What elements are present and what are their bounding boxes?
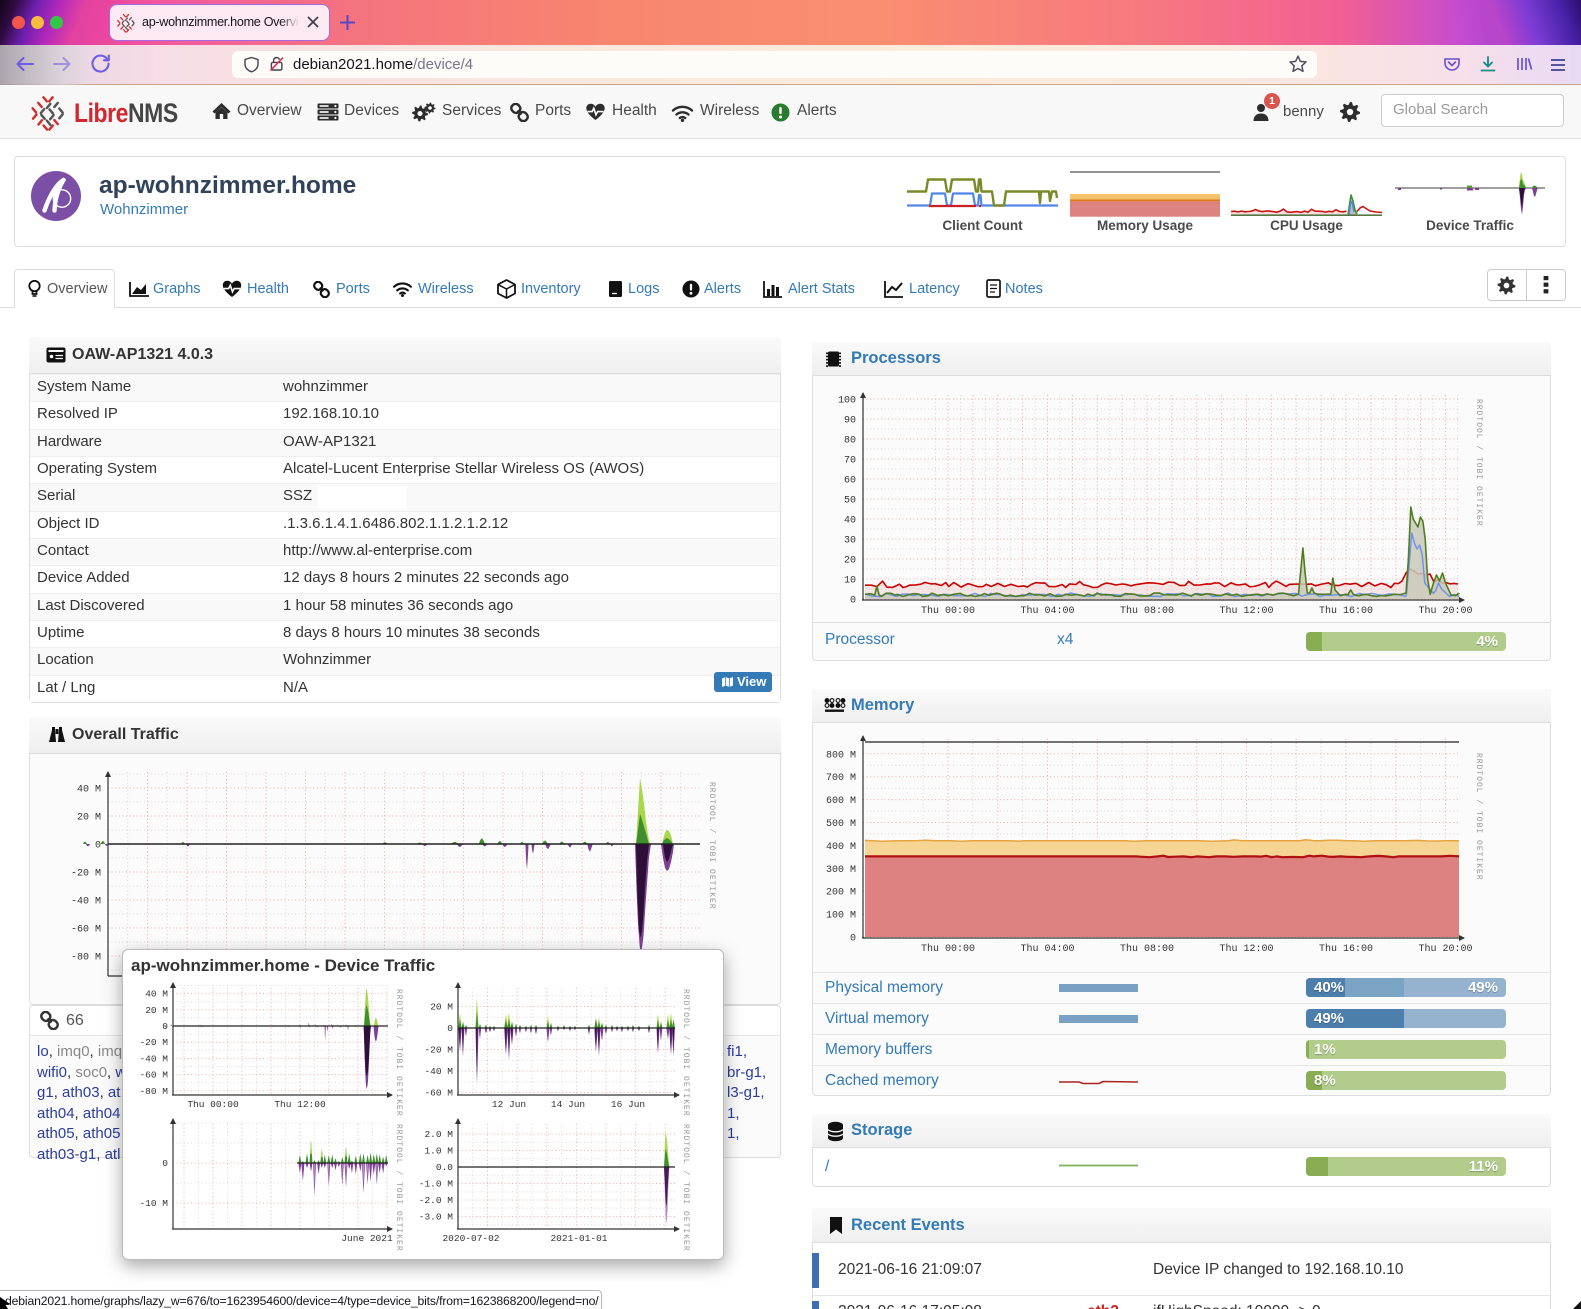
svg-text:June 2021: June 2021 (341, 1233, 393, 1244)
svg-text:Thu 20:00: Thu 20:00 (1418, 943, 1472, 955)
svg-text:-80 M: -80 M (139, 1086, 168, 1097)
svg-text:-20 M: -20 M (71, 869, 101, 880)
svg-text:2020-07-02: 2020-07-02 (442, 1233, 499, 1244)
svg-text:-1.0 M: -1.0 M (419, 1179, 454, 1190)
svg-text:30: 30 (844, 536, 856, 547)
svg-text:14 Jun: 14 Jun (551, 1099, 585, 1110)
svg-text:100 M: 100 M (826, 911, 856, 922)
svg-text:RRDTOOL / TOBI OETIKER: RRDTOOL / TOBI OETIKER (1474, 399, 1483, 527)
svg-text:2021-01-01: 2021-01-01 (550, 1233, 607, 1244)
svg-text:Thu 12:00: Thu 12:00 (1219, 605, 1273, 617)
svg-text:-2.0 M: -2.0 M (419, 1195, 454, 1206)
svg-text:400 M: 400 M (826, 842, 856, 853)
svg-text:70: 70 (844, 456, 856, 467)
svg-text:Thu 00:00: Thu 00:00 (921, 943, 975, 955)
svg-text:100: 100 (838, 396, 856, 407)
svg-text:2.0 M: 2.0 M (424, 1129, 453, 1140)
svg-text:-20 M: -20 M (139, 1037, 168, 1048)
svg-text:90: 90 (844, 416, 856, 427)
svg-text:0: 0 (162, 1158, 168, 1169)
svg-text:0: 0 (850, 934, 856, 945)
svg-text:0: 0 (95, 841, 101, 852)
svg-text:RRDTOOL / TOBI OETIKER: RRDTOOL / TOBI OETIKER (681, 989, 690, 1117)
svg-text:-20 M: -20 M (424, 1045, 453, 1056)
svg-text:40: 40 (844, 516, 856, 527)
svg-text:-40 M: -40 M (424, 1066, 453, 1077)
svg-text:-60 M: -60 M (424, 1088, 453, 1099)
svg-text:-80 M: -80 M (71, 953, 101, 964)
svg-text:500 M: 500 M (826, 819, 856, 830)
svg-text:Thu 16:00: Thu 16:00 (1319, 605, 1373, 617)
svg-text:RRDTOOL / TOBI OETIKER: RRDTOOL / TOBI OETIKER (707, 782, 716, 910)
svg-text:0.0: 0.0 (436, 1162, 453, 1173)
svg-text:RRDTOOL / TOBI OETIKER: RRDTOOL / TOBI OETIKER (394, 1124, 403, 1252)
svg-text:50: 50 (844, 496, 856, 507)
svg-text:RRDTOOL / TOBI OETIKER: RRDTOOL / TOBI OETIKER (1474, 753, 1483, 881)
svg-text:-3.0 M: -3.0 M (419, 1212, 454, 1223)
svg-text:12 Jun: 12 Jun (492, 1099, 526, 1110)
svg-text:60: 60 (844, 476, 856, 487)
svg-text:Thu 20:00: Thu 20:00 (1418, 605, 1472, 617)
svg-text:Thu 04:00: Thu 04:00 (1020, 943, 1074, 955)
svg-text:-60 M: -60 M (139, 1070, 168, 1081)
svg-text:RRDTOOL / TOBI OETIKER: RRDTOOL / TOBI OETIKER (394, 989, 403, 1117)
svg-text:16 Jun: 16 Jun (611, 1099, 645, 1110)
svg-text:Thu 08:00: Thu 08:00 (1120, 943, 1174, 955)
svg-text:0: 0 (447, 1023, 453, 1034)
svg-text:20: 20 (844, 556, 856, 567)
svg-text:80: 80 (844, 436, 856, 447)
svg-text:Thu 00:00: Thu 00:00 (187, 1099, 239, 1110)
svg-text:20 M: 20 M (145, 1005, 168, 1016)
svg-text:0: 0 (850, 596, 856, 607)
svg-text:Thu 00:00: Thu 00:00 (921, 605, 975, 617)
svg-text:600 M: 600 M (826, 796, 856, 807)
svg-text:-40 M: -40 M (139, 1053, 168, 1064)
svg-text:300 M: 300 M (826, 865, 856, 876)
svg-text:40 M: 40 M (77, 785, 101, 796)
svg-text:20 M: 20 M (430, 1002, 453, 1013)
svg-text:700 M: 700 M (826, 773, 856, 784)
svg-text:Thu 08:00: Thu 08:00 (1120, 605, 1174, 617)
svg-text:Thu 04:00: Thu 04:00 (1020, 605, 1074, 617)
svg-text:40 M: 40 M (145, 989, 168, 1000)
svg-text:20 M: 20 M (77, 813, 101, 824)
svg-text:-60 M: -60 M (71, 925, 101, 936)
svg-text:Thu 16:00: Thu 16:00 (1319, 943, 1373, 955)
svg-text:1.0 M: 1.0 M (424, 1146, 453, 1157)
svg-text:-10 M: -10 M (139, 1198, 168, 1209)
svg-text:RRDTOOL / TOBI OETIKER: RRDTOOL / TOBI OETIKER (681, 1124, 690, 1252)
svg-text:0: 0 (162, 1021, 168, 1032)
svg-text:Thu 12:00: Thu 12:00 (1219, 943, 1273, 955)
svg-text:10: 10 (844, 576, 856, 587)
svg-text:200 M: 200 M (826, 888, 856, 899)
svg-text:Thu 12:00: Thu 12:00 (274, 1099, 326, 1110)
svg-text:800 M: 800 M (826, 750, 856, 761)
svg-text:-40 M: -40 M (71, 897, 101, 908)
